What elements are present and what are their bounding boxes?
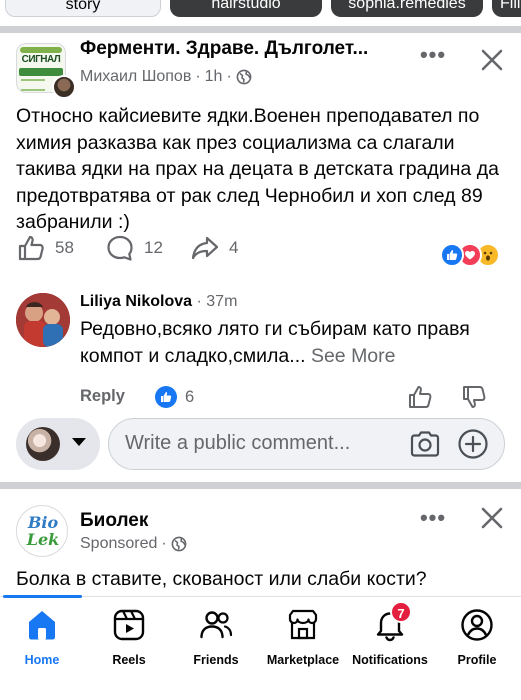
post-header: СИГНАЛ Ферменти. Здраве. Дълголет... Мих… [0,35,521,99]
sponsored-text: Болка в ставите, скованост или слаби кос… [16,568,427,590]
avatar-decoration [20,47,62,53]
nav-label: Home [24,653,60,667]
group-name[interactable]: Ферменти. Здраве. Дълголет... [80,38,410,60]
close-icon[interactable] [479,47,505,73]
share-icon [191,236,219,260]
nav-notifications[interactable]: 7 Notifications [345,601,435,677]
more-options-icon[interactable]: ••• [417,44,449,69]
nav-label: Reels [112,653,146,667]
story-item[interactable]: Fili [492,0,521,17]
advertiser-name[interactable]: Биолек [80,510,148,532]
friends-icon [200,611,233,639]
sponsored-meta: Sponsored · [80,535,187,553]
comment-button[interactable]: 12 [105,233,163,263]
more-options-icon[interactable]: ••• [417,507,449,532]
comment-input[interactable]: Write a public comment... [108,418,505,470]
close-icon[interactable] [479,505,505,531]
nav-label: Profile [457,653,497,667]
reactions-summary[interactable] [440,243,510,267]
advertiser-logo: Bio Lek [23,514,63,548]
post-meta: Михаил Шопов · 1h · [80,68,252,86]
meta-separator: · [161,535,167,552]
avatar-logo-text: СИГНАЛ [21,54,61,65]
story-item[interactable]: hairstudio [170,0,322,17]
thumbs-down-icon[interactable] [460,383,488,411]
avatar-photo [16,293,70,347]
reply-button[interactable]: Reply [80,387,125,406]
nav-profile[interactable]: Profile [432,607,521,677]
commenter-avatar[interactable] [16,293,70,347]
advertiser-logo-bottom: Lek [26,530,60,549]
story-label: sophia.remedies [348,0,466,12]
comment-text: Редовно,всяко лято ги събирам като правя… [80,316,500,369]
author-name[interactable]: Михаил Шопов [80,68,191,86]
like-reaction-icon [440,243,464,267]
reels-icon [113,609,145,641]
feed-divider [0,26,521,33]
like-button[interactable]: 58 [16,233,74,263]
nav-marketplace[interactable]: Marketplace [258,607,348,677]
comment-like-count: 6 [185,387,195,406]
sponsored-label[interactable]: Sponsored [80,535,157,553]
add-attachment-icon[interactable] [457,428,489,460]
nav-reels[interactable]: Reels [84,607,174,677]
comment-time: · 37m [196,293,238,310]
chevron-down-icon [72,438,86,446]
story-label: hairstudio [211,0,281,12]
comment-count: 12 [144,238,163,257]
stories-strip: story hairstudio sophia.remedies Fili [0,0,521,22]
nav-home[interactable]: Home [0,607,87,677]
active-tab-indicator [3,595,82,598]
home-icon [29,611,55,640]
commenter-name[interactable]: Liliya Nikolova · 37m [80,293,237,311]
like-icon [18,235,44,261]
meta-separator: · [195,68,201,85]
feed-divider [0,482,521,489]
nav-label: Notifications [352,653,428,667]
comment-icon [107,235,133,261]
profile-icon [461,609,493,641]
advertiser-avatar[interactable]: Bio Lek [16,505,68,557]
comment-text-body: Редовно,всяко лято ги събирам като правя… [80,318,470,367]
avatar-decoration [21,79,45,91]
nav-friends[interactable]: Friends [171,607,261,677]
post-text: Относно кайсиевите ядки.Военен преподава… [16,105,499,233]
comment-reactions[interactable]: 6 [155,386,194,408]
camera-icon[interactable] [409,430,441,458]
notification-badge: 7 [390,601,412,623]
advertiser-logo-top: Bio [27,513,59,532]
story-item[interactable]: story [5,0,161,17]
globe-icon [171,536,187,552]
author-avatar[interactable] [52,75,76,99]
story-label: story [65,0,101,13]
post-time[interactable]: 1h [205,68,223,86]
story-item[interactable]: sophia.remedies [331,0,483,17]
bell-icon-wrap: 7 [372,601,412,643]
marketplace-icon [288,609,318,640]
nav-label: Friends [193,653,239,667]
globe-icon [236,69,252,85]
story-label: Fili [500,0,521,12]
meta-separator: · [226,68,232,85]
user-avatar [26,427,60,461]
share-count: 4 [229,238,239,257]
thumbs-up-icon[interactable] [406,383,434,411]
avatar-decoration [19,68,63,76]
nav-label: Marketplace [266,653,340,667]
like-reaction-icon [155,386,177,408]
comment-as-selector[interactable] [16,418,100,470]
commenter-name-text: Liliya Nikolova [80,293,193,310]
like-count: 58 [55,238,74,257]
bottom-nav: Home Reels Friends Marketplace 7 Notific… [0,595,521,700]
share-button[interactable]: 4 [190,233,238,263]
comment-input-placeholder: Write a public comment... [125,432,351,454]
see-more-link[interactable]: See More [311,345,396,367]
